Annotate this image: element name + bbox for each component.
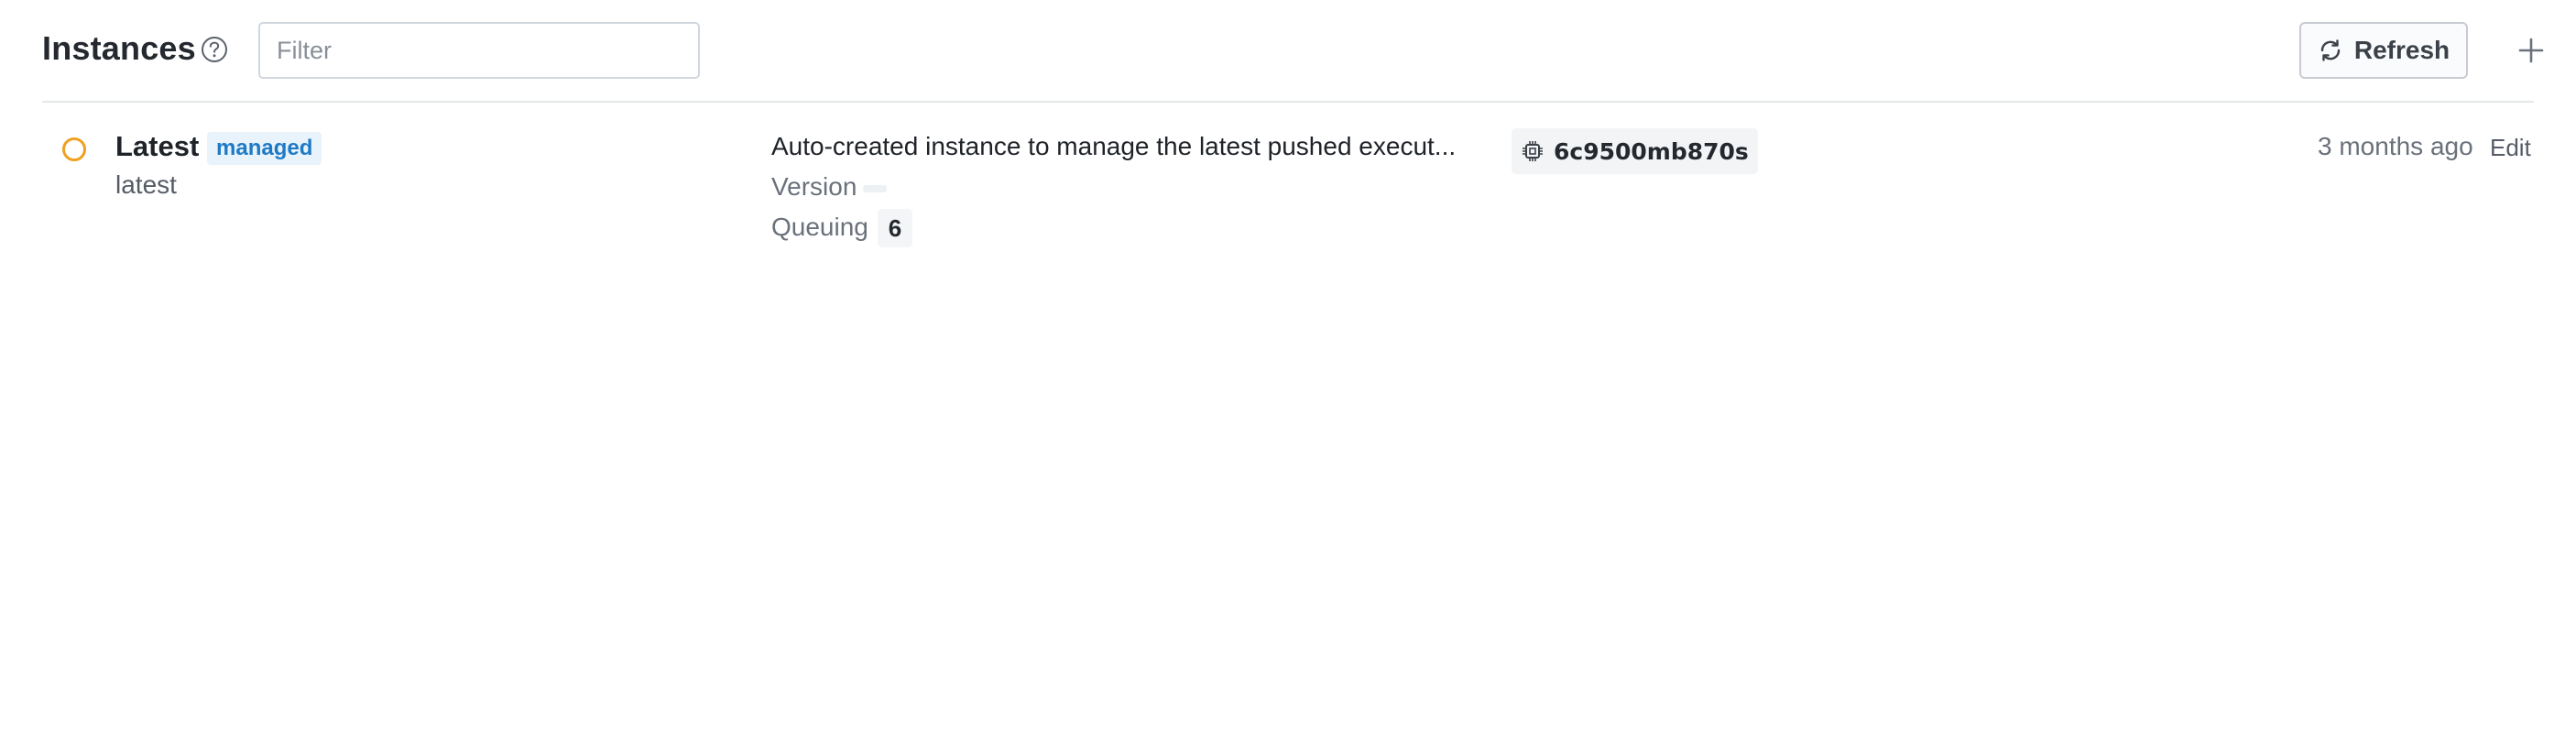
refresh-icon <box>2318 38 2343 63</box>
instance-slug: latest <box>115 170 177 199</box>
filter-input[interactable] <box>258 22 700 79</box>
header-divider <box>42 101 2534 103</box>
instance-name[interactable]: Latest <box>115 130 199 163</box>
add-instance-button[interactable] <box>2508 27 2554 73</box>
queuing-count: 6 <box>878 209 912 247</box>
circle-outline-icon <box>62 137 86 161</box>
refresh-button[interactable]: Refresh <box>2299 22 2468 79</box>
edit-link[interactable]: Edit <box>2490 134 2531 162</box>
version-value <box>863 185 887 192</box>
managed-badge: managed <box>207 132 322 165</box>
question-circle-icon[interactable] <box>200 35 229 64</box>
chip-icon <box>1521 139 1545 163</box>
page-title: Instances <box>42 29 196 67</box>
instance-description: Auto-created instance to manage the late… <box>771 132 1457 160</box>
instances-header: Instances Refresh <box>42 20 2544 82</box>
plus-icon <box>2518 38 2544 63</box>
execution-hash: 6c9500mb870s <box>1554 137 1749 165</box>
instance-row[interactable]: Latest managed latest Auto-created insta… <box>42 119 2534 257</box>
updated-time: 3 months ago <box>2318 132 2473 160</box>
version-label: Version <box>771 172 857 201</box>
instances-page: Instances Refresh <box>0 0 2576 733</box>
execution-hash-badge[interactable]: 6c9500mb870s <box>1512 128 1758 174</box>
queuing-label: Queuing <box>771 213 868 241</box>
refresh-button-label: Refresh <box>2353 36 2450 64</box>
